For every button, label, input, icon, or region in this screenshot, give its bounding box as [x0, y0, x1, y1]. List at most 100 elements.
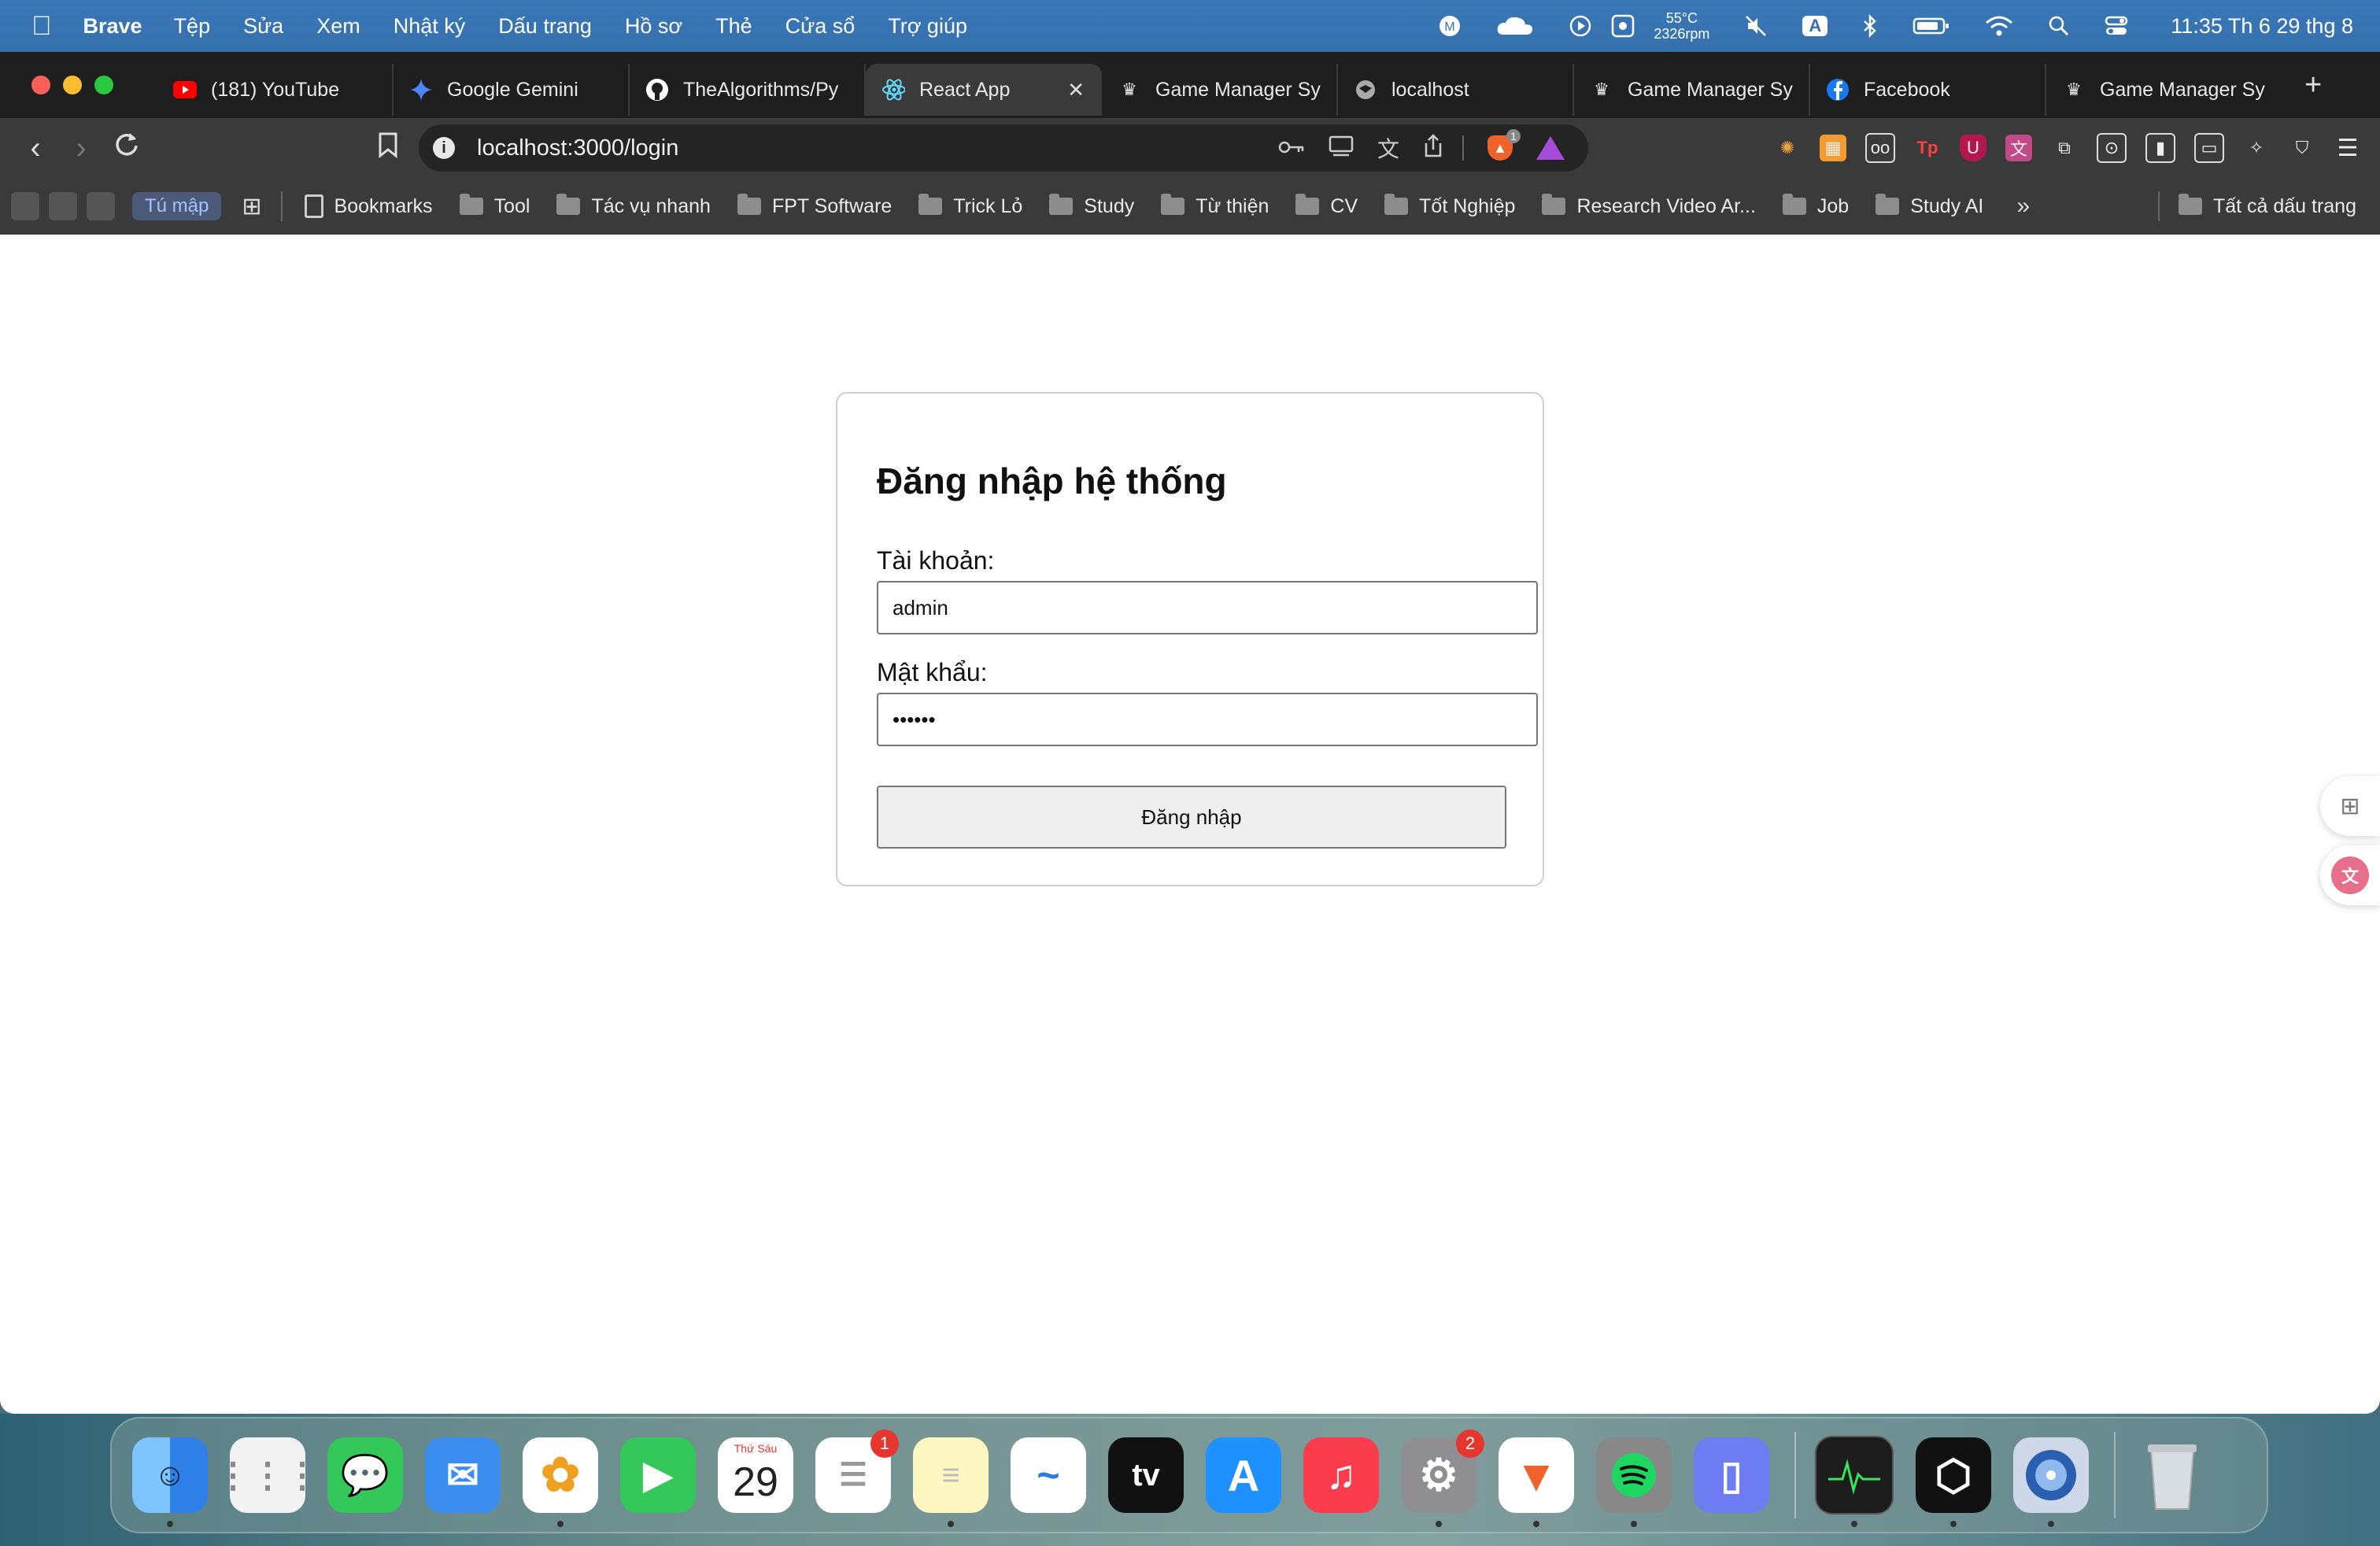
bookmark-favicon-2[interactable]	[49, 192, 77, 220]
status-m-icon[interactable]: M	[1438, 14, 1462, 38]
close-tab-icon[interactable]: ✕	[1067, 78, 1085, 102]
bookmark-all-bookmarks[interactable]: Tất cả dấu trang	[2157, 191, 2356, 221]
wallet-icon[interactable]: ▭	[2194, 133, 2224, 163]
menu-hamburger-icon[interactable]: ☰	[2334, 135, 2361, 161]
menu-item-help[interactable]: Trợ giúp	[888, 14, 967, 39]
menu-app-name[interactable]: Brave	[83, 14, 142, 39]
unity-icon[interactable]: ⬡	[1916, 1437, 1991, 1527]
bookmark-folder-study[interactable]: Study	[1049, 194, 1134, 218]
back-icon[interactable]: ‹	[13, 131, 58, 166]
extension-screenshot-icon[interactable]: ⊙	[2097, 133, 2127, 163]
tab-game-manager[interactable]: ♛ Game Manager Sy	[1102, 64, 1338, 116]
bluetooth-icon[interactable]	[1862, 14, 1878, 38]
address-bar[interactable]: i localhost:3000/login 文 ▲ 1	[419, 124, 1588, 172]
play-icon[interactable]	[1569, 14, 1592, 38]
bookmark-bookmarks[interactable]: Bookmarks	[304, 194, 433, 218]
facetime-icon[interactable]: ▶	[620, 1437, 696, 1513]
bookmark-favicon-3[interactable]	[87, 192, 115, 220]
simulator-icon[interactable]: ▯	[1694, 1437, 1769, 1513]
extension-film-icon[interactable]: ✺	[1774, 135, 1801, 161]
translate-icon[interactable]: 文	[1377, 132, 1399, 164]
photos-icon[interactable]: ✿	[523, 1437, 598, 1527]
bookmark-folder-cv[interactable]: CV	[1295, 194, 1358, 218]
brave-rewards-icon[interactable]	[1536, 136, 1565, 160]
key-icon[interactable]	[1278, 135, 1305, 161]
menu-item-tab[interactable]: Thẻ	[715, 14, 752, 39]
menu-clock[interactable]: 11:35 Th 6 29 thg 8	[2171, 14, 2353, 39]
messages-icon[interactable]: 💬	[327, 1437, 403, 1513]
tab-game-manager[interactable]: ♛ Game Manager Sy	[1574, 64, 1810, 116]
calendar-icon[interactable]: Thứ Sáu 29	[718, 1437, 793, 1513]
music-icon[interactable]: ♫	[1303, 1437, 1379, 1513]
reload-icon[interactable]	[104, 130, 150, 166]
more-bookmarks-chevron-icon[interactable]: »	[2016, 193, 2030, 220]
control-center-icon[interactable]	[2105, 15, 2128, 37]
cast-icon[interactable]	[1329, 135, 1354, 162]
activity-monitor-icon[interactable]	[1815, 1436, 1894, 1527]
login-submit-button[interactable]: Đăng nhập	[877, 786, 1506, 849]
tab-localhost[interactable]: localhost	[1338, 64, 1574, 116]
username-input[interactable]	[877, 581, 1538, 634]
bookmark-folder-tool[interactable]: Tool	[459, 194, 530, 218]
url-text[interactable]: localhost:3000/login	[477, 135, 678, 161]
extension-glasses-icon[interactable]: oo	[1865, 133, 1895, 163]
zoom-window-button[interactable]	[94, 76, 113, 94]
menu-item-view[interactable]: Xem	[316, 14, 360, 39]
password-input[interactable]	[877, 693, 1538, 746]
tab-react-app[interactable]: React App ✕	[866, 64, 1102, 116]
disk-utility-icon[interactable]	[2013, 1437, 2089, 1527]
system-settings-icon[interactable]: ⚙ 2	[1401, 1429, 1484, 1527]
mute-icon[interactable]	[1744, 14, 1768, 38]
minimize-window-button[interactable]	[63, 76, 82, 94]
bookmark-folder-job[interactable]: Job	[1782, 194, 1849, 218]
extension-orange-icon[interactable]: ▦	[1820, 135, 1846, 161]
battery-icon[interactable]	[1913, 16, 1950, 36]
spotify-icon[interactable]	[1596, 1437, 1672, 1527]
finder-icon[interactable]: ☺	[132, 1437, 208, 1527]
new-tab-button[interactable]: +	[2304, 68, 2322, 102]
menu-item-window[interactable]: Cửa sổ	[785, 14, 856, 39]
fan-icon[interactable]	[1611, 14, 1635, 38]
apple-tv-icon[interactable]: tv	[1108, 1437, 1184, 1513]
extensions-puzzle-icon[interactable]: ⧉	[2051, 135, 2078, 161]
brave-browser-icon[interactable]: ▼	[1499, 1437, 1574, 1527]
leo-ai-icon[interactable]: ✧	[2243, 135, 2270, 161]
bookmark-folder-study-ai[interactable]: Study AI	[1876, 194, 1983, 218]
menu-item-file[interactable]: Tệp	[174, 14, 211, 39]
share-icon[interactable]	[1423, 133, 1443, 163]
menu-item-profiles[interactable]: Hồ sơ	[625, 14, 682, 39]
tab-youtube[interactable]: (181) YouTube	[157, 64, 394, 116]
mail-icon[interactable]: ✉	[425, 1437, 501, 1513]
tab-facebook[interactable]: Facebook	[1810, 64, 2046, 116]
sidebar-toggle-icon[interactable]: ▮	[2145, 133, 2175, 163]
bookmark-folder-fpt-software[interactable]: FPT Software	[737, 194, 892, 218]
freeform-icon[interactable]: ~	[1011, 1437, 1086, 1513]
trash-icon[interactable]	[2134, 1437, 2210, 1513]
bookmark-favicon-1[interactable]	[11, 192, 39, 220]
cloud-icon[interactable]	[1496, 16, 1534, 36]
bookmark-page-icon[interactable]	[378, 131, 398, 165]
site-info-icon[interactable]: i	[433, 137, 455, 159]
menu-item-history[interactable]: Nhật ký	[394, 14, 466, 39]
extension-translate-icon[interactable]: 文	[2005, 135, 2032, 161]
reminders-icon[interactable]: ☰ 1	[815, 1429, 899, 1513]
bookmark-folder-tu-thien[interactable]: Từ thiện	[1161, 194, 1269, 218]
apple-menu-icon[interactable]: 	[31, 11, 52, 42]
tab-gemini[interactable]: Google Gemini	[394, 64, 630, 116]
bookmark-tumap[interactable]: Tú mập	[132, 192, 222, 220]
brave-shields-icon[interactable]: ▲ 1	[1488, 129, 1521, 161]
bookmark-folder-trick-lo[interactable]: Trick Lỏ	[918, 194, 1022, 218]
extension-ublock-icon[interactable]: U	[1960, 135, 1986, 161]
wifi-icon[interactable]	[1985, 15, 2013, 37]
vpn-shield-icon[interactable]: ⛉	[2289, 135, 2315, 161]
bookmark-folder-research-video[interactable]: Research Video Ar...	[1542, 194, 1756, 218]
app-store-icon[interactable]: A	[1206, 1437, 1281, 1513]
floating-translate-button[interactable]: 文	[2320, 845, 2380, 905]
extension-tp-icon[interactable]: Tp	[1914, 135, 1941, 161]
input-source-icon[interactable]: A	[1802, 16, 1828, 36]
notes-icon[interactable]: ≡	[913, 1437, 989, 1527]
bookmark-folder-tot-nghiep[interactable]: Tốt Nghiệp	[1384, 194, 1515, 218]
apps-grid-icon[interactable]: ⊞	[242, 193, 261, 220]
tab-github[interactable]: TheAlgorithms/Py	[630, 64, 866, 116]
close-window-button[interactable]	[31, 76, 50, 94]
